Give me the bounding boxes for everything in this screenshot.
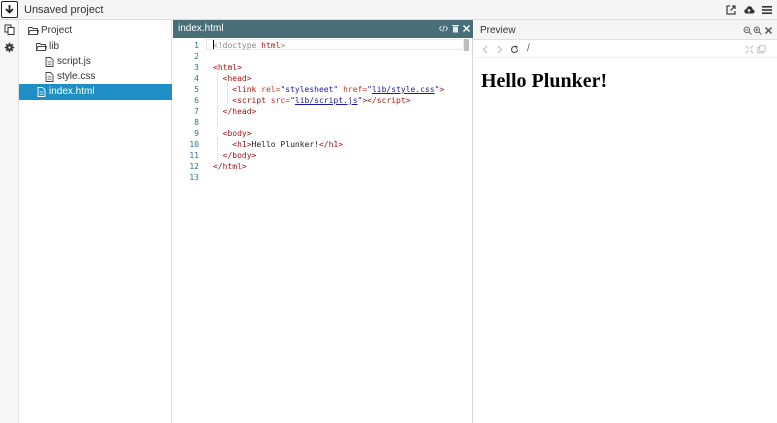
download-logo-icon[interactable] <box>1 1 18 18</box>
tree-item-style-css[interactable]: style.css <box>19 69 172 85</box>
line-number: 3 <box>194 63 199 72</box>
gear-icon[interactable] <box>4 42 15 53</box>
code-line-9: <body> <box>222 129 252 138</box>
tree-item-label: script.js <box>57 56 91 67</box>
line-number: 8 <box>194 118 199 127</box>
code-editor[interactable]: index.html 1 2 3 4 5 6 7 8 9 10 11 12 13… <box>173 20 473 423</box>
line-number: 10 <box>189 140 199 149</box>
external-link-icon[interactable] <box>725 4 737 16</box>
code-icon[interactable] <box>439 24 448 33</box>
refresh-icon[interactable] <box>510 45 519 54</box>
preview-url-path: / <box>527 43 530 54</box>
cloud-upload-icon[interactable] <box>743 4 755 16</box>
file-icon <box>37 87 46 97</box>
fullscreen-icon[interactable] <box>745 45 754 54</box>
line-number: 12 <box>189 162 199 171</box>
code-line-7: </head> <box>222 107 257 116</box>
line-number: 2 <box>194 52 199 61</box>
preview-header: Preview <box>474 20 777 40</box>
close-icon[interactable] <box>462 24 471 33</box>
code-line-12: </html> <box>213 162 247 171</box>
code-line-11: </body> <box>222 151 257 160</box>
tree-item-lib[interactable]: lib <box>19 39 172 55</box>
tree-item-label: style.css <box>57 71 96 82</box>
menu-icon[interactable] <box>761 4 773 16</box>
tree-item-project[interactable]: Project <box>19 23 172 39</box>
line-number: 1 <box>194 41 199 50</box>
preview-nav-bar: / <box>474 40 777 58</box>
line-number: 9 <box>194 129 199 138</box>
line-number: 6 <box>194 96 199 105</box>
file-icon <box>45 72 54 82</box>
code-line-3: <html> <box>213 63 242 72</box>
files-icon[interactable] <box>4 24 15 35</box>
line-number: 4 <box>194 74 199 83</box>
tree-item-index-html[interactable]: index.html <box>19 84 172 100</box>
project-title[interactable]: Unsaved project <box>24 4 104 16</box>
line-number: 5 <box>194 85 199 94</box>
line-number: 13 <box>189 173 199 182</box>
popout-icon[interactable] <box>757 45 766 54</box>
line-number: 11 <box>189 151 199 160</box>
editor-tab-label: index.html <box>178 23 224 34</box>
editor-scrollbar-thumb[interactable] <box>464 39 469 51</box>
zoom-in-icon[interactable] <box>753 26 762 35</box>
close-icon[interactable] <box>764 26 773 35</box>
preview-title: Preview <box>480 25 516 36</box>
line-number: 7 <box>194 107 199 116</box>
back-icon[interactable] <box>481 45 490 54</box>
tree-item-script-js[interactable]: script.js <box>19 54 172 70</box>
tree-item-label: Project <box>41 25 73 36</box>
tree-item-label: index.html <box>49 86 95 97</box>
folder-open-icon <box>28 27 39 35</box>
text-caret <box>213 40 214 49</box>
top-bar: Unsaved project <box>0 0 777 20</box>
preview-pane: Preview / Hello Plunker! <box>474 20 777 423</box>
preview-frame[interactable]: Hello Plunker! <box>474 58 777 423</box>
tree-item-label: lib <box>49 41 60 52</box>
code-line-5: <link rel="stylesheet" href="lib/style.c… <box>232 85 445 94</box>
sidebar-rail <box>0 20 19 423</box>
line-gutter: 1 2 3 4 5 6 7 8 9 10 11 12 13 <box>173 38 206 423</box>
zoom-out-icon[interactable] <box>743 26 752 35</box>
file-tree: Project lib script.js style.css index.ht… <box>19 20 172 423</box>
trash-icon[interactable] <box>451 24 460 33</box>
code-line-1: <!doctype html> <box>213 41 286 50</box>
preview-heading: Hello Plunker! <box>481 70 608 92</box>
forward-icon[interactable] <box>495 45 504 54</box>
code-line-10: <h1>Hello Plunker!</h1> <box>232 140 344 149</box>
folder-open-icon <box>36 43 47 51</box>
editor-tab[interactable]: index.html <box>173 20 473 38</box>
code-line-4: <head> <box>222 74 252 83</box>
file-icon <box>45 57 54 67</box>
code-line-6: <script src="lib/script.js"></script> <box>232 96 411 105</box>
